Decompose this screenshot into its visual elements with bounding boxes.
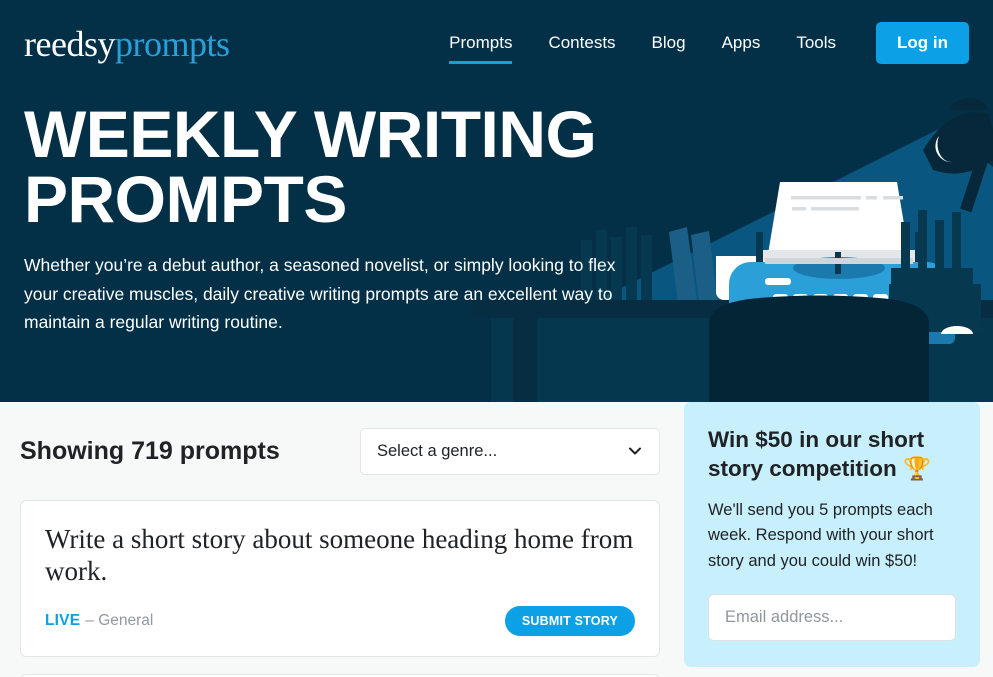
prompt-title: Write a short story about someone headin… xyxy=(45,524,634,587)
login-button[interactable]: Log in xyxy=(876,22,969,64)
nav-item-blog[interactable]: Blog xyxy=(634,19,704,67)
page-title: Weekly Writing Prompts xyxy=(24,97,597,236)
main-navigation: reedsyprompts Prompts Contests Blog Apps… xyxy=(0,0,993,86)
nav-item-prompts[interactable]: Prompts xyxy=(431,19,530,67)
prompt-list-column: Showing 719 prompts Select a genre... Wr… xyxy=(20,402,660,677)
hero-section: reedsyprompts Prompts Contests Blog Apps… xyxy=(0,0,993,402)
nav-item-apps[interactable]: Apps xyxy=(704,19,779,67)
nav-item-contests[interactable]: Contests xyxy=(530,19,633,67)
genre-filter-value: Select a genre... xyxy=(377,441,498,460)
main-content: Showing 719 prompts Select a genre... Wr… xyxy=(0,402,993,677)
prompt-meta: LIVE – General SUBMIT STORY xyxy=(45,605,635,636)
site-logo[interactable]: reedsyprompts xyxy=(24,24,230,64)
logo-secondary-text: prompts xyxy=(114,24,230,64)
prompt-card[interactable]: Write a short story about someone headin… xyxy=(20,500,660,657)
email-field[interactable] xyxy=(708,594,956,642)
nav-links: Prompts Contests Blog Apps Tools Log in xyxy=(431,19,969,67)
logo-primary-text: reedsy xyxy=(24,24,115,64)
promo-sidebar: Win $50 in our short story competition 🏆… xyxy=(684,402,980,668)
promo-description: We'll send you 5 prompts each week. Resp… xyxy=(708,500,934,570)
results-count-label: Showing 719 prompts xyxy=(20,436,280,465)
chevron-down-icon xyxy=(629,447,641,455)
prompt-genre: – General xyxy=(85,611,154,629)
prompt-list-header: Showing 719 prompts Select a genre... xyxy=(20,402,660,500)
status-badge: LIVE xyxy=(45,611,81,629)
hero-description: Whether you’re a debut author, a seasone… xyxy=(24,255,616,333)
newsletter-promo-widget: Win $50 in our short story competition 🏆… xyxy=(684,402,980,668)
submit-story-button[interactable]: SUBMIT STORY xyxy=(504,605,635,636)
promo-title: Win $50 in our short story competition 🏆 xyxy=(708,427,932,481)
hero-text-block: Weekly Writing Prompts Whether you’re a … xyxy=(0,86,640,336)
genre-filter-select[interactable]: Select a genre... xyxy=(360,427,660,475)
nav-item-tools[interactable]: Tools xyxy=(778,19,854,67)
